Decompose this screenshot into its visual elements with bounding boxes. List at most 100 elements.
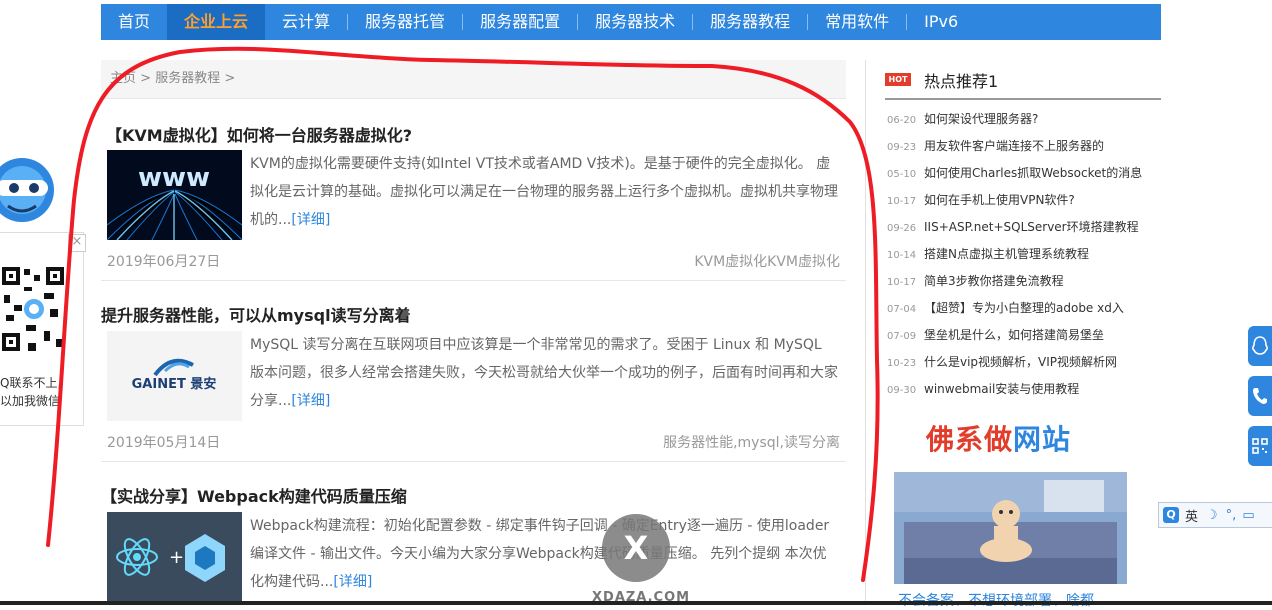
qq-icon bbox=[1252, 336, 1268, 355]
article-excerpt: MySQL 读写分离在互联网项目中应该算是一个非常常见的需求了。受困于 Linu… bbox=[250, 331, 840, 415]
article-excerpt: KVM的虚拟化需要硬件支持(如Intel VT技术或者AMD V技术)。是基于硬… bbox=[250, 150, 840, 234]
punctuation-icon[interactable]: °, bbox=[1226, 508, 1237, 523]
hot-list-item[interactable]: 09-30 winwebmail安装与使用教程 bbox=[887, 378, 1161, 405]
promo-title-red: 佛系做 bbox=[926, 423, 1014, 456]
bottom-bar bbox=[0, 601, 1272, 605]
hot-item-date: 10-14 bbox=[887, 250, 917, 261]
hot-item-link[interactable]: 什么是vip视频解析，VIP视频解析网 bbox=[924, 355, 1117, 369]
excerpt-text: KVM的虚拟化需要硬件支持(如Intel VT技术或者AMD V技术)。是基于硬… bbox=[250, 156, 838, 228]
breadcrumb-category[interactable]: 服务器教程 bbox=[155, 71, 220, 86]
divider bbox=[101, 461, 846, 462]
float-contact-line: 以加我微信 bbox=[0, 394, 61, 408]
svg-text:GAINET 景安: GAINET 景安 bbox=[132, 376, 217, 392]
close-icon[interactable]: × bbox=[68, 234, 86, 252]
ime-language-label[interactable]: 英 bbox=[1185, 506, 1198, 525]
article-thumbnail[interactable]: + bbox=[107, 512, 242, 602]
hot-list-item[interactable]: 10-14 搭建N点虚拟主机管理系统教程 bbox=[887, 243, 1161, 270]
hot-item-date: 05-10 bbox=[887, 169, 917, 180]
ime-toolbar[interactable]: Q 英 ☽ °, ▭ bbox=[1158, 502, 1272, 528]
react-webpack-image: + bbox=[107, 512, 242, 602]
article-tags[interactable]: KVM虚拟化KVM虚拟化 bbox=[694, 251, 840, 271]
hot-item-date: 09-30 bbox=[887, 385, 917, 396]
promo-title[interactable]: 佛系做网站 bbox=[926, 418, 1071, 458]
hot-item-link[interactable]: 如何架设代理服务器? bbox=[924, 112, 1038, 126]
hot-item-date: 07-09 bbox=[887, 331, 917, 342]
hot-item-link[interactable]: 简单3步教你搭建免流教程 bbox=[924, 274, 1064, 288]
hot-item-link[interactable]: 如何在手机上使用VPN软件? bbox=[924, 193, 1075, 207]
nav-item[interactable]: 服务器教程 bbox=[693, 4, 807, 40]
breadcrumb-separator: > bbox=[224, 71, 236, 86]
hot-item-date: 09-26 bbox=[887, 223, 917, 234]
promo-image[interactable] bbox=[894, 472, 1127, 584]
hot-list-item[interactable]: 10-17 如何在手机上使用VPN软件? bbox=[887, 189, 1161, 216]
hot-item-link[interactable]: winwebmail安装与使用教程 bbox=[924, 382, 1079, 396]
hot-item-date: 09-23 bbox=[887, 142, 917, 153]
keyboard-icon[interactable]: ▭ bbox=[1242, 508, 1254, 523]
qr-code-button[interactable] bbox=[1248, 426, 1272, 466]
hot-list-item[interactable]: 06-20 如何架设代理服务器? bbox=[887, 108, 1161, 135]
main-content: 主页 > 服务器教程 > 【KVM虚拟化】如何将一台服务器虚拟化? www KV… bbox=[101, 60, 846, 602]
breadcrumb: 主页 > 服务器教程 > bbox=[101, 60, 846, 99]
hot-list-item[interactable]: 07-09 堡垒机是什么，如何搭建简易堡垒 bbox=[887, 324, 1161, 351]
hot-header: HOT 热点推荐1 bbox=[885, 66, 1161, 100]
hot-badge: HOT bbox=[885, 73, 911, 86]
nav-item[interactable]: 服务器配置 bbox=[463, 4, 577, 40]
svg-text:www: www bbox=[138, 163, 210, 193]
cartoon-meditation-image bbox=[894, 472, 1127, 584]
hot-list-item[interactable]: 09-23 用友软件客户端连接不上服务器的 bbox=[887, 135, 1161, 162]
read-more-link[interactable]: [详细] bbox=[291, 393, 330, 409]
hot-item-link[interactable]: 搭建N点虚拟主机管理系统教程 bbox=[924, 247, 1089, 261]
article-thumbnail[interactable]: GAINET 景安 bbox=[107, 331, 242, 421]
hot-list-item[interactable]: 07-04 【超赞】专为小白整理的adobe xd入 bbox=[887, 297, 1161, 324]
promo-caption[interactable]: 不会备案、不想环境部署、啥都 bbox=[898, 590, 1094, 610]
hot-list-item[interactable]: 09-26 IIS+ASP.net+SQLServer环境搭建教程 bbox=[887, 216, 1161, 243]
hot-item-link[interactable]: IIS+ASP.net+SQLServer环境搭建教程 bbox=[924, 220, 1139, 234]
hot-item-link[interactable]: 堡垒机是什么，如何搭建简易堡垒 bbox=[924, 328, 1104, 342]
ime-logo: Q bbox=[1163, 507, 1179, 523]
hot-title: 热点推荐1 bbox=[924, 72, 999, 91]
hot-item-link[interactable]: 如何使用Charles抓取Websocket的消息 bbox=[924, 166, 1142, 180]
breadcrumb-separator: > bbox=[140, 71, 152, 86]
nav-item[interactable]: 服务器托管 bbox=[348, 4, 462, 40]
read-more-link[interactable]: [详细] bbox=[291, 212, 330, 228]
contact-float-widget: × Q联系不上, 以加我微信 bbox=[0, 150, 90, 430]
hot-list-item[interactable]: 05-10 如何使用Charles抓取Websocket的消息 bbox=[887, 162, 1161, 189]
nav-item[interactable]: IPv6 bbox=[907, 4, 975, 40]
qq-chat-button[interactable] bbox=[1248, 326, 1272, 366]
hot-item-date: 10-23 bbox=[887, 358, 917, 369]
hot-item-date: 10-17 bbox=[887, 277, 917, 288]
hot-item-link[interactable]: 【超赞】专为小白整理的adobe xd入 bbox=[924, 301, 1124, 315]
article-title[interactable]: 【实战分享】Webpack构建代码质量压缩 bbox=[101, 483, 407, 507]
nav-item[interactable]: 首页 bbox=[101, 4, 167, 40]
article-title[interactable]: 提升服务器性能，可以从mysql读写分离着 bbox=[101, 302, 411, 326]
promo-title-blue: 网站 bbox=[1013, 423, 1072, 456]
article-thumbnail[interactable]: www bbox=[107, 150, 242, 240]
mascot-icon bbox=[0, 158, 54, 222]
hot-list-item[interactable]: 10-17 简单3步教你搭建免流教程 bbox=[887, 270, 1161, 297]
breadcrumb-home[interactable]: 主页 bbox=[110, 71, 136, 86]
phone-icon bbox=[1253, 388, 1267, 404]
nav-item[interactable]: 常用软件 bbox=[808, 4, 906, 40]
read-more-link[interactable]: [详细] bbox=[333, 574, 372, 590]
gainet-logo: GAINET 景安 bbox=[107, 331, 242, 421]
nav-item[interactable]: 企业上云 bbox=[167, 4, 266, 40]
article-excerpt: Webpack构建流程：初始化配置参数 - 绑定事件钩子回调 - 确定Entry… bbox=[250, 512, 840, 596]
sidebar-divider bbox=[865, 60, 866, 605]
divider bbox=[101, 280, 846, 281]
article-tags[interactable]: 服务器性能,mysql,读写分离 bbox=[663, 432, 840, 452]
svg-text:+: + bbox=[169, 547, 184, 568]
hot-item-link[interactable]: 用友软件客户端连接不上服务器的 bbox=[924, 139, 1104, 153]
float-contact-text: Q联系不上, 以加我微信 bbox=[0, 374, 61, 410]
nav-item[interactable]: 服务器技术 bbox=[578, 4, 692, 40]
hot-item-date: 07-04 bbox=[887, 304, 917, 315]
qr-code-icon bbox=[0, 265, 66, 357]
phone-button[interactable] bbox=[1248, 376, 1272, 416]
moon-icon[interactable]: ☽ bbox=[1206, 508, 1218, 523]
overlay-close-button[interactable]: X bbox=[602, 514, 670, 582]
excerpt-text: MySQL 读写分离在互联网项目中应该算是一个非常常见的需求了。受困于 Linu… bbox=[250, 337, 838, 409]
article-title[interactable]: 【KVM虚拟化】如何将一台服务器虚拟化? bbox=[106, 122, 412, 146]
float-contact-line: Q联系不上, bbox=[0, 376, 62, 390]
hot-list-item[interactable]: 10-23 什么是vip视频解析，VIP视频解析网 bbox=[887, 351, 1161, 378]
nav-item[interactable]: 云计算 bbox=[265, 4, 347, 40]
hot-list: 06-20 如何架设代理服务器? 09-23 用友软件客户端连接不上服务器的 05-10… bbox=[887, 108, 1161, 405]
